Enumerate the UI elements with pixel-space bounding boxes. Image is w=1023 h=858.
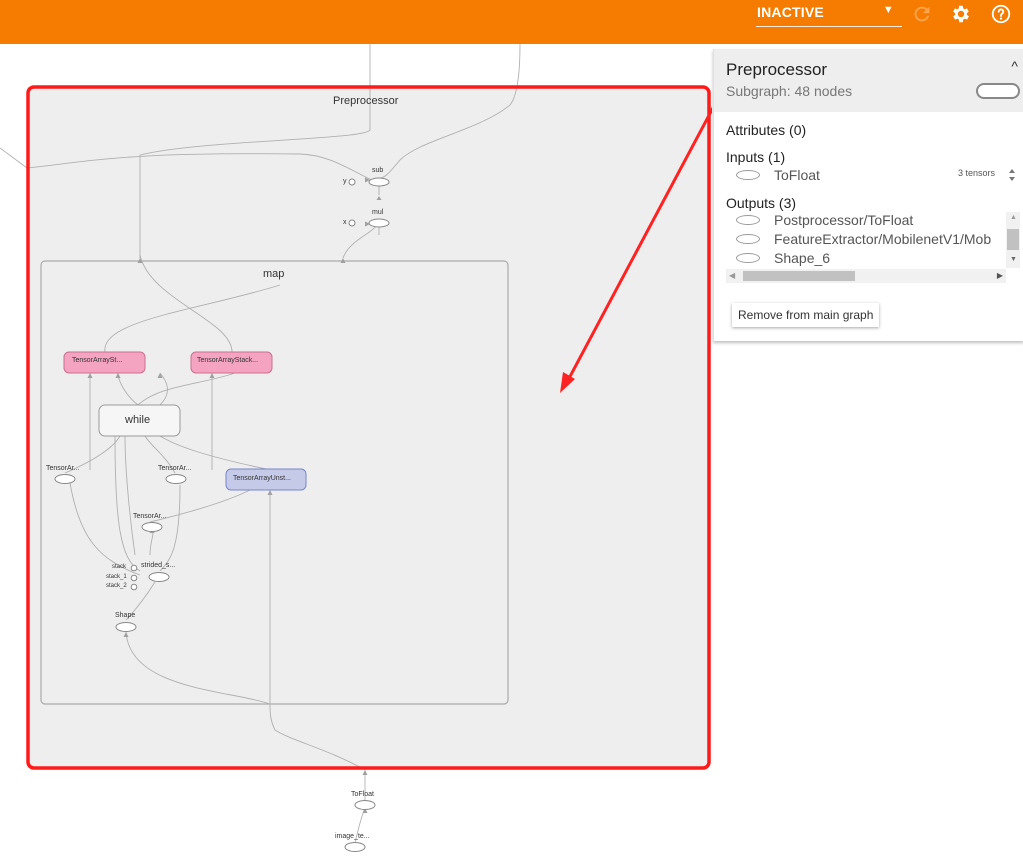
y-input-label: y: [343, 178, 347, 185]
tensor-array-stack-label-2[interactable]: TensorArrayStack...: [197, 357, 258, 364]
collapse-chevron-icon[interactable]: ^: [1011, 58, 1018, 74]
shape-label: Shape: [115, 612, 136, 619]
tensor-array-stack-label-1[interactable]: TensorArraySt...: [72, 357, 122, 364]
preprocessor-label: Preprocessor: [333, 95, 399, 107]
info-panel-title: Preprocessor: [726, 60, 828, 79]
op-node-icon: [736, 170, 760, 181]
input-expand-spinner-icon[interactable]: [1006, 166, 1018, 184]
horizontal-scroll-thumb[interactable]: [743, 271, 855, 281]
map-label: map: [263, 268, 285, 280]
run-selector[interactable]: INACTIVE ▼: [756, 0, 902, 27]
refresh-icon[interactable]: [911, 3, 933, 25]
output-name: Shape_6: [774, 250, 831, 266]
output-row[interactable]: FeatureExtractor/MobilenetV1/Mob: [736, 231, 991, 249]
input-row[interactable]: ToFloat: [736, 167, 820, 185]
output-row[interactable]: Shape_6: [736, 250, 830, 268]
node-info-panel: Preprocessor Subgraph: 48 nodes ^ Attrib…: [713, 49, 1023, 341]
graph-edges: [0, 44, 712, 852]
scroll-right-icon[interactable]: ▶: [997, 271, 1003, 280]
image-tensor-label: image_te...: [335, 833, 370, 840]
output-name: FeatureExtractor/MobilenetV1/Mob: [774, 231, 992, 247]
info-panel-subtitle: Subgraph: 48 nodes: [726, 83, 853, 99]
expand-toggle[interactable]: [976, 83, 1020, 99]
tensor-ar-left-label: TensorAr...: [46, 465, 80, 472]
output-row[interactable]: Postprocessor/ToFloat: [736, 212, 913, 230]
output-name: Postprocessor/ToFloat: [774, 212, 914, 228]
while-label[interactable]: while: [125, 414, 150, 426]
info-panel-header: Preprocessor Subgraph: 48 nodes ^: [714, 49, 1023, 112]
vertical-scroll-thumb[interactable]: [1007, 229, 1019, 250]
input-name: ToFloat: [774, 167, 820, 183]
stack-label: stack: [112, 564, 127, 570]
remove-from-main-graph-button[interactable]: Remove from main graph: [732, 303, 880, 327]
op-node-icon: [736, 234, 760, 245]
to-float-label: ToFloat: [351, 791, 374, 798]
outputs-vertical-scrollbar[interactable]: ▲ ▼: [1006, 212, 1020, 268]
inputs-header[interactable]: Inputs (1): [726, 149, 785, 165]
scroll-left-icon[interactable]: ◀: [729, 271, 735, 280]
x-input-label: x: [343, 219, 347, 226]
mul-node: [368, 218, 390, 228]
graph-canvas[interactable]: Preprocessor map sub mul y x TensorArray…: [0, 44, 712, 858]
sub-label: sub: [372, 167, 384, 174]
attributes-header[interactable]: Attributes (0): [726, 122, 806, 138]
run-selector-value: INACTIVE: [757, 4, 824, 20]
input-tensor-count: 3 tensors: [958, 168, 996, 178]
outputs-list: Postprocessor/ToFloat FeatureExtractor/M…: [714, 212, 1006, 268]
help-icon[interactable]: [990, 3, 1012, 25]
strided-slice-label: strided_s...: [141, 562, 176, 569]
op-node-icon: [736, 253, 760, 264]
scroll-down-icon[interactable]: ▼: [1010, 256, 1017, 263]
outputs-header[interactable]: Outputs (3): [726, 195, 796, 211]
sub-node: [368, 177, 390, 187]
top-toolbar: INACTIVE ▼: [0, 0, 1023, 44]
dropdown-caret-icon: ▼: [882, 4, 894, 16]
tensor-ar-lower-label: TensorAr...: [133, 513, 167, 520]
tensor-array-unstack-label[interactable]: TensorArrayUnst...: [233, 475, 291, 482]
stack-1-label: stack_1: [106, 574, 127, 580]
gear-icon[interactable]: [950, 3, 972, 25]
tensor-ar-mid-label: TensorAr...: [158, 465, 192, 472]
stack-2-label: stack_2: [106, 583, 127, 589]
op-node-icon: [736, 215, 760, 226]
mul-label: mul: [372, 209, 384, 216]
scroll-up-icon[interactable]: ▲: [1010, 214, 1017, 221]
outputs-horizontal-scrollbar[interactable]: ◀ ▶: [726, 269, 1006, 283]
